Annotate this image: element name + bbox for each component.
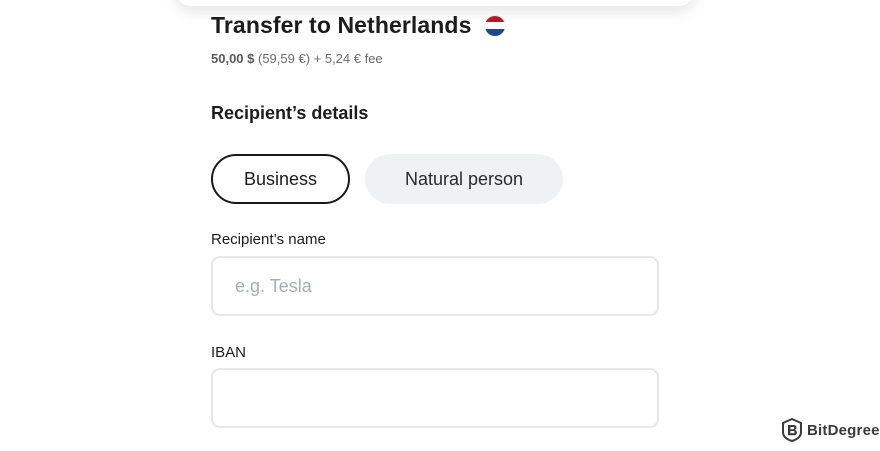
recipient-name-label: Recipient’s name [211,231,326,248]
netherlands-flag-icon [485,15,506,36]
header-card-edge [175,0,695,6]
iban-input[interactable] [211,368,659,428]
page-header: Transfer to Netherlands [211,12,506,39]
transfer-conversion-and-fee: (59,59 €) + 5,24 € fee [254,51,383,66]
transfer-summary: 50,00 $ (59,59 €) + 5,24 € fee [211,51,383,66]
recipient-details-heading: Recipient’s details [211,103,369,123]
recipient-name-input[interactable] [211,256,659,316]
watermark-text: BitDegree [807,421,880,439]
transfer-amount: 50,00 $ [211,51,255,66]
bitdegree-logo-icon [782,418,802,442]
business-option-label: Business [243,168,318,189]
natural-person-option-label: Natural person [404,168,524,189]
page-title: Transfer to Netherlands [211,12,472,38]
bitdegree-watermark: BitDegree [781,418,880,442]
natural-person-option-button[interactable]: Natural person [365,154,563,204]
iban-label: IBAN [211,344,247,361]
business-option-button[interactable]: Business [211,154,350,204]
